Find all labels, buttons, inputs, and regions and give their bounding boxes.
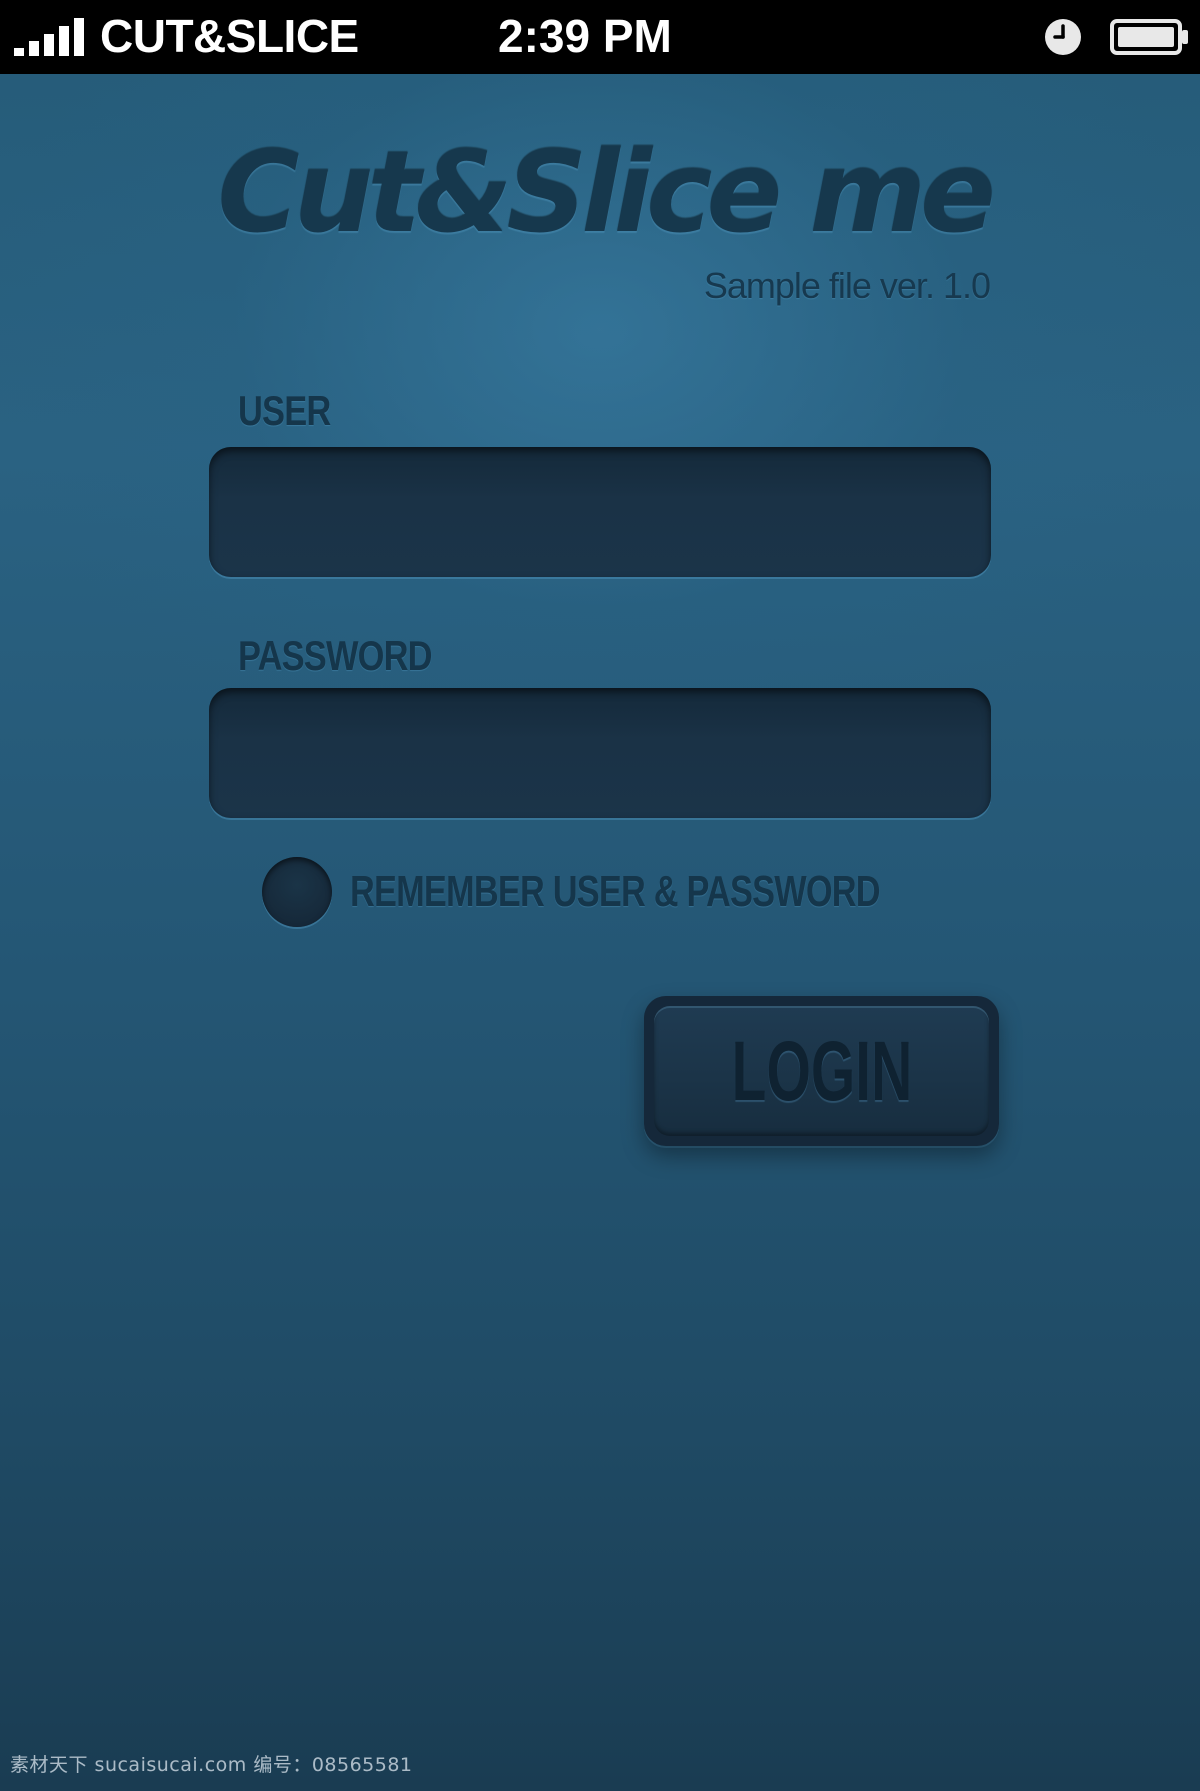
status-bar: CUT&SLICE 2:39 PM: [0, 0, 1200, 74]
user-label: USER: [238, 387, 331, 434]
login-button[interactable]: LOGIN: [644, 996, 999, 1146]
carrier-name: CUT&SLICE: [100, 10, 359, 62]
app-logo-title: Cut&Slice me: [217, 128, 996, 258]
watermark-text: 素材天下 sucaisucai.com 编号：08565581: [10, 1754, 413, 1776]
app-logo-subtitle: Sample file ver. 1.0: [703, 265, 991, 306]
remember-option[interactable]: REMEMBER USER & PASSWORD: [262, 855, 1029, 929]
login-button-label: LOGIN: [731, 1024, 912, 1118]
login-button-face[interactable]: LOGIN: [654, 1006, 989, 1136]
password-label: PASSWORD: [238, 632, 433, 679]
login-screen: CUT&SLICE 2:39 PM Cut&Slice me Sample fi…: [0, 0, 1200, 1791]
user-input[interactable]: [209, 447, 991, 577]
signal-bars-icon: [14, 18, 84, 56]
password-input[interactable]: [209, 688, 991, 818]
battery-icon: [1110, 19, 1188, 55]
status-time: 2:39 PM: [498, 10, 672, 62]
remember-label: REMEMBER USER & PASSWORD: [350, 867, 881, 916]
remember-radio[interactable]: [262, 857, 332, 927]
alarm-clock-icon: [1045, 19, 1081, 55]
